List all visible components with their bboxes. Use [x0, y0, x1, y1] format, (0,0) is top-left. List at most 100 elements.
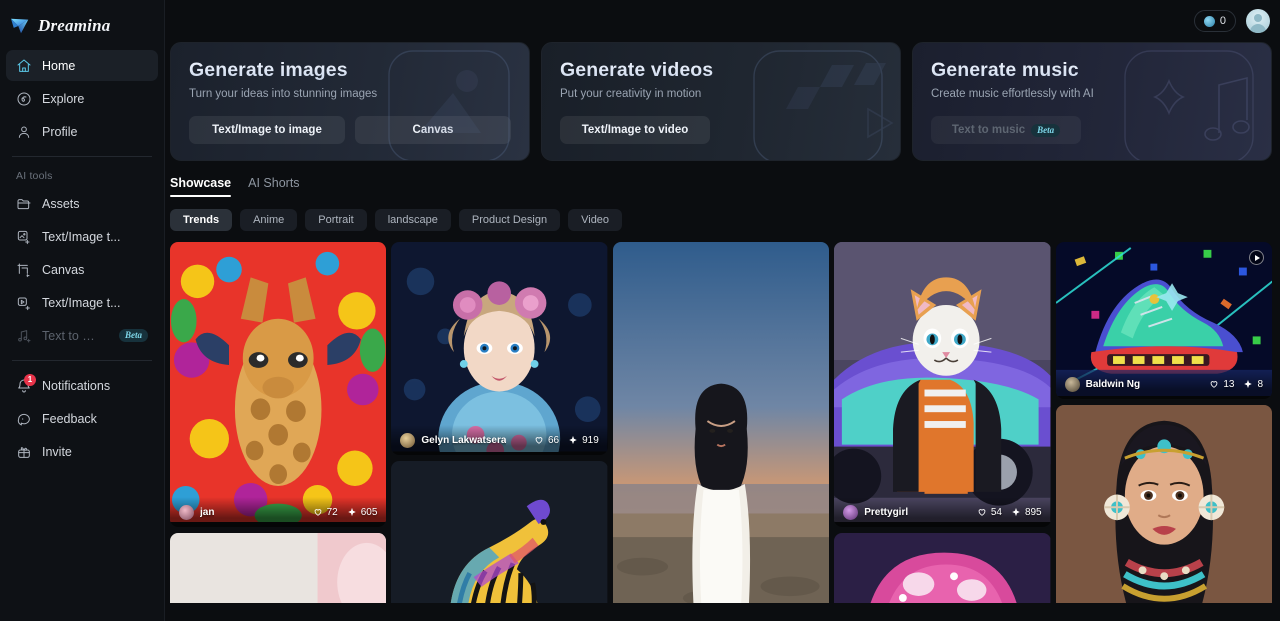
filter-chip-video[interactable]: Video — [568, 209, 623, 231]
like-count: 54 — [990, 506, 1002, 518]
sidebar-item-invite[interactable]: Invite — [6, 436, 158, 467]
hero-buttons: Text/Image to image Canvas — [189, 116, 511, 144]
avatar[interactable] — [1246, 9, 1270, 33]
like-stat: 66 — [534, 435, 559, 446]
sidebar-item-label: Home — [42, 58, 76, 73]
hero-title: Generate images — [189, 59, 511, 82]
chat-icon — [16, 411, 32, 427]
hero-cards: Generate images Turn your ideas into stu… — [165, 42, 1280, 161]
cat-in-jacket-artwork — [834, 242, 1051, 523]
sidebar-item-home[interactable]: Home — [6, 50, 158, 81]
card-stats: 66 919 — [534, 435, 599, 446]
sparkle-count: 895 — [1024, 506, 1042, 518]
sidebar-item-label: Assets — [42, 196, 80, 211]
heart-icon — [1211, 381, 1218, 388]
filter-chip-landscape[interactable]: landscape — [374, 209, 451, 231]
hero-card-generate-images[interactable]: Generate images Turn your ideas into stu… — [170, 42, 530, 161]
rainbow-zebra-artwork — [391, 461, 608, 603]
sidebar-item-feedback[interactable]: Feedback — [6, 403, 158, 434]
earring-right — [1198, 494, 1224, 521]
card-overlay: Prettygirl 54 895 — [834, 497, 1051, 527]
gallery-card-rainbow-zebra[interactable] — [391, 461, 608, 603]
author-avatar — [400, 432, 416, 448]
sparkle-icon — [1012, 507, 1020, 517]
sidebar: Dreamina Home Explore Profile AI tools A… — [0, 0, 165, 621]
heart-icon — [314, 509, 321, 516]
heart-icon — [978, 509, 986, 516]
author-avatar — [843, 504, 859, 520]
gallery-card-cat-in-jacket-car[interactable]: Prettygirl 54 895 — [834, 242, 1051, 527]
hero-card-generate-music[interactable]: Generate music Create music effortlessly… — [912, 42, 1272, 161]
sparkle-stat: 919 — [568, 435, 599, 446]
image-plus-icon — [16, 229, 32, 245]
sparkle-stat: 895 — [1011, 507, 1042, 518]
sidebar-primary-nav: Home Explore Profile — [0, 40, 164, 147]
tab-showcase[interactable]: Showcase — [170, 176, 232, 197]
sidebar-section-label: AI tools — [16, 170, 53, 182]
beach-sunset-artwork — [612, 242, 830, 603]
gallery-column — [612, 242, 830, 603]
author-name: Prettygirl — [864, 506, 909, 518]
gallery-card-mushroom-hat-kid[interactable] — [834, 533, 1051, 603]
sidebar-item-explore[interactable]: Explore — [6, 83, 158, 114]
main-content: 0 Generate images Turn your ideas into s… — [165, 0, 1280, 621]
gallery-card-dessert-plate[interactable] — [170, 533, 387, 603]
gift-icon — [16, 444, 32, 460]
card-stats: 72 605 — [313, 507, 377, 518]
gallery-card-giraffe-flowers[interactable]: jan 72 605 — [170, 242, 387, 527]
sidebar-item-profile[interactable]: Profile — [6, 116, 158, 147]
author-name: Gelyn Lakwatsera — [421, 434, 507, 446]
gallery-card-tribal-jewelry-woman[interactable] — [1055, 405, 1273, 603]
topbar: 0 — [165, 0, 1280, 42]
filter-chip-trends[interactable]: Trends — [170, 209, 233, 231]
credit-coin-icon — [1203, 15, 1215, 27]
heart-icon — [535, 437, 543, 444]
sidebar-item-notifications[interactable]: 1 Notifications — [6, 370, 158, 401]
sidebar-item-assets[interactable]: Assets — [6, 188, 158, 219]
card-overlay: Gelyn Lakwatsera 66 919 — [391, 425, 608, 455]
credits-pill[interactable]: 0 — [1193, 10, 1236, 32]
filter-chip-product-design[interactable]: Product Design — [458, 209, 561, 231]
beta-badge: Beta — [119, 329, 148, 342]
canvas-frame-icon — [16, 262, 32, 278]
card-overlay: jan 72 605 — [170, 497, 387, 527]
hero-subtitle: Put your creativity in motion — [560, 88, 702, 100]
floral-portrait-artwork — [391, 242, 608, 452]
dessert-plate-artwork — [170, 533, 387, 603]
sidebar-item-label: Text to music — [42, 328, 103, 343]
sidebar-item-text-to-music[interactable]: Text to music Beta — [6, 320, 158, 351]
sidebar-item-canvas[interactable]: Canvas — [6, 254, 158, 285]
text-image-to-video-button[interactable]: Text/Image to video — [560, 116, 710, 144]
author-avatar — [179, 504, 194, 520]
text-image-to-image-button[interactable]: Text/Image to image — [189, 116, 345, 144]
card-stats: 13 8 — [1209, 379, 1263, 390]
app-logo[interactable]: Dreamina — [0, 0, 164, 40]
hero-title: Generate videos — [560, 59, 882, 82]
gallery-card-neon-sneaker[interactable]: Baldwin Ng 13 8 — [1055, 242, 1273, 399]
like-count: 66 — [548, 434, 560, 446]
tab-ai-shorts[interactable]: AI Shorts — [248, 176, 299, 197]
notification-count-badge: 1 — [24, 374, 36, 386]
filter-chip-anime[interactable]: Anime — [240, 209, 298, 231]
video-plus-icon — [16, 295, 32, 311]
hero-buttons: Text/Image to video — [560, 116, 882, 144]
gallery-column: Gelyn Lakwatsera 66 919 — [391, 242, 608, 603]
gallery-column: jan 72 605 — [170, 242, 387, 603]
sidebar-item-label: Profile — [42, 124, 78, 139]
filter-chip-portrait[interactable]: Portrait — [305, 209, 367, 231]
play-button[interactable] — [1249, 250, 1265, 265]
canvas-button[interactable]: Canvas — [355, 116, 511, 144]
gallery-card-beach-sunset-woman[interactable] — [612, 242, 830, 603]
sparkle-icon — [347, 507, 356, 517]
sidebar-item-text-image-to-video[interactable]: Text/Image t... — [6, 287, 158, 318]
sidebar-divider-bottom — [12, 360, 152, 361]
credits-value: 0 — [1219, 15, 1226, 27]
earring-left — [1103, 494, 1130, 521]
text-to-music-button[interactable]: Text to music Beta — [931, 116, 1081, 144]
gallery-card-floral-portrait-woman[interactable]: Gelyn Lakwatsera 66 919 — [391, 242, 608, 455]
sidebar-item-label: Notifications — [42, 378, 111, 393]
hero-card-generate-videos[interactable]: Generate videos Put your creativity in m… — [541, 42, 901, 161]
sidebar-item-text-image-to-image[interactable]: Text/Image t... — [6, 221, 158, 252]
person-icon — [16, 124, 32, 140]
music-note-plus-icon — [16, 328, 32, 344]
